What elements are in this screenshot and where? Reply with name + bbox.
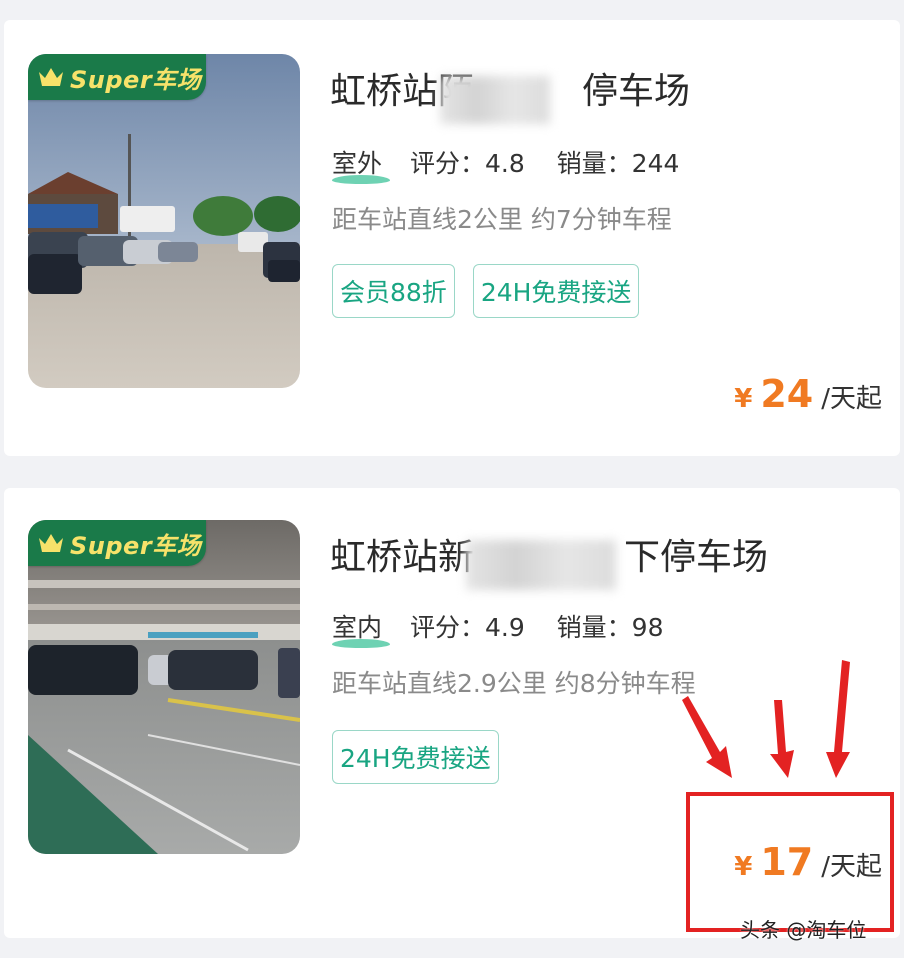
rating-label: 评分： — [409, 149, 485, 178]
lot-type: 室内 — [332, 608, 390, 648]
redacted-blur — [466, 540, 616, 590]
parking-listing-card[interactable]: Super车场 虹桥站陌 停车场 室外 评分：4.8 销量：244 距车站直线2公… — [4, 20, 900, 456]
lot-type: 室外 — [332, 144, 390, 184]
badge-label: Super车场 — [70, 65, 202, 94]
price-unit: /天起 — [821, 384, 882, 414]
super-lot-badge: Super车场 — [28, 520, 206, 566]
price-display: ¥ 24 /天起 — [734, 372, 882, 416]
super-lot-badge: Super车场 — [28, 54, 206, 100]
watermark: 头条 @淘车位 — [740, 918, 867, 942]
sales-label: 销量： — [556, 149, 632, 178]
outdoor-lot-image — [28, 54, 300, 388]
crown-icon — [39, 534, 63, 552]
price-amount: 24 — [760, 372, 814, 416]
sales-value: 98 — [631, 613, 664, 642]
tag-free-shuttle: 24H免费接送 — [332, 730, 499, 784]
title-start: 虹桥站新 — [330, 537, 475, 578]
rating-label: 评分： — [409, 613, 485, 642]
rating-value: 4.9 — [484, 613, 525, 642]
tag-list: 24H免费接送 — [332, 730, 499, 784]
rating-value: 4.8 — [484, 149, 525, 178]
crown-icon — [39, 68, 63, 86]
price-highlight-box — [686, 792, 894, 932]
annotation-arrows — [682, 660, 850, 778]
tag-list: 会员88折 24H免费接送 — [332, 264, 640, 318]
distance-info: 距车站直线2公里 约7分钟车程 — [332, 205, 672, 234]
lot-meta-row: 室内 评分：4.9 销量：98 — [332, 608, 664, 648]
currency-symbol: ¥ — [734, 384, 753, 414]
title-end: 下停车场 — [624, 537, 769, 578]
badge-label: Super车场 — [70, 531, 202, 560]
arrow-middle — [770, 700, 794, 778]
arrow-left — [682, 696, 732, 778]
indoor-lot-image — [28, 520, 300, 854]
redacted-blur — [440, 76, 550, 124]
lot-meta-row: 室外 评分：4.8 销量：244 — [332, 144, 680, 184]
sales-value: 244 — [631, 149, 680, 178]
tag-free-shuttle: 24H免费接送 — [472, 264, 640, 318]
tag-member-discount: 会员88折 — [332, 264, 455, 318]
sales-label: 销量： — [556, 613, 632, 642]
parking-lot-photo[interactable]: Super车场 — [28, 54, 300, 388]
distance-info: 距车站直线2.9公里 约8分钟车程 — [332, 669, 696, 698]
title-end: 停车场 — [582, 71, 691, 112]
arrow-right — [826, 660, 850, 778]
parking-lot-photo[interactable]: Super车场 — [28, 520, 300, 854]
